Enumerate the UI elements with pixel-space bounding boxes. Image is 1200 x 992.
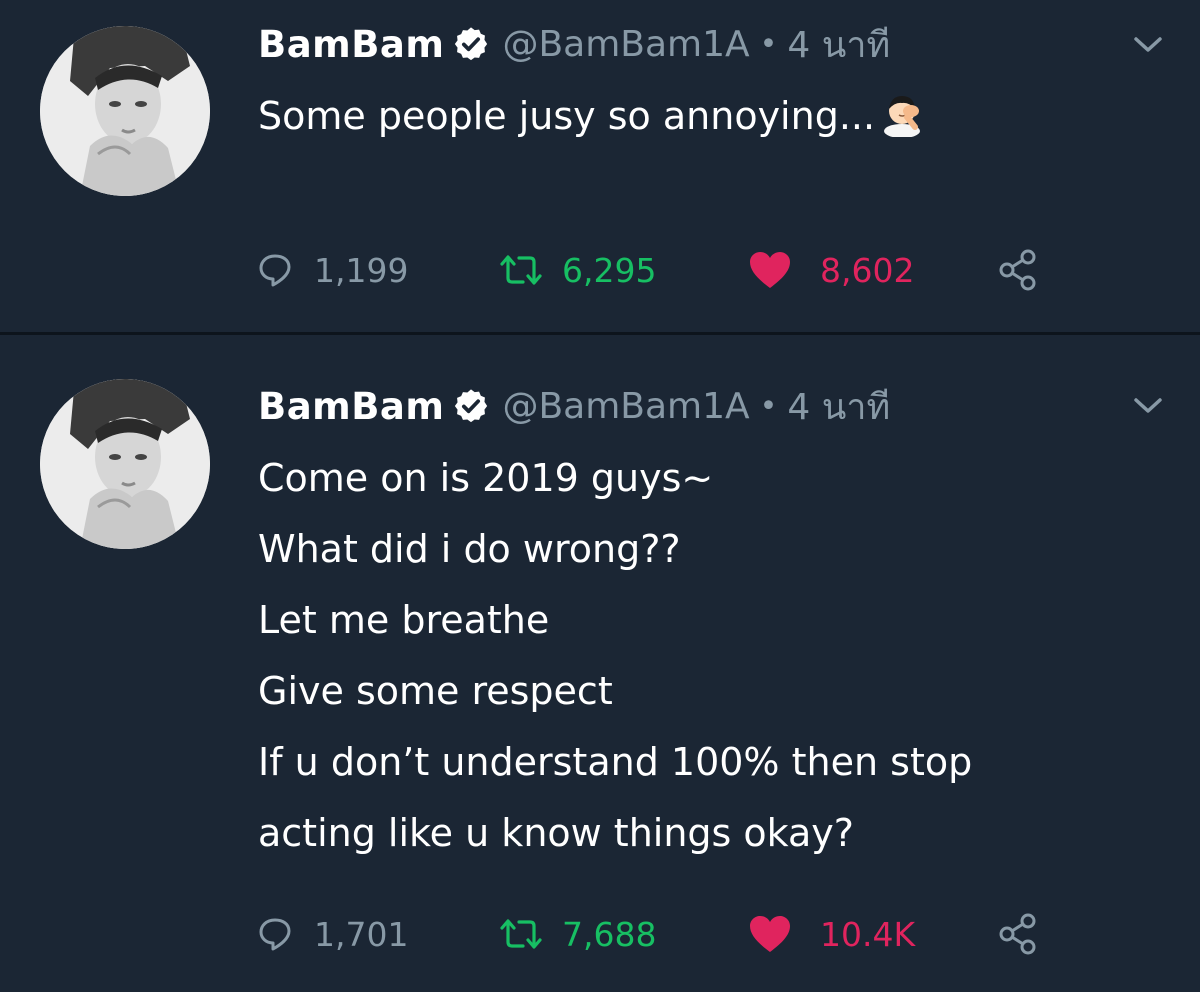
like-button[interactable]: 10.4K (748, 906, 915, 962)
tweet-actions: 1,701 7,688 10.4K (258, 906, 1058, 962)
tweet[interactable]: BamBam @BamBam1A • 4 นาที Come on is 201… (0, 335, 1200, 992)
tweet-header: BamBam @BamBam1A • 4 นาที (258, 376, 890, 436)
chevron-down-icon[interactable] (1128, 30, 1168, 58)
tweet-text-line: Some people jusy so annoying... (258, 81, 925, 152)
avatar[interactable] (40, 379, 210, 549)
heart-icon (750, 252, 790, 288)
like-button[interactable]: 8,602 (748, 242, 914, 298)
tweet-text-line: What did i do wrong?? (258, 527, 681, 571)
like-count: 8,602 (820, 250, 915, 290)
tweet-text-content: Some people jusy so annoying... (258, 94, 876, 138)
timestamp[interactable]: 4 นาที (787, 16, 890, 73)
separator-dot: • (759, 388, 778, 424)
tweet-header: BamBam @BamBam1A • 4 นาที (258, 14, 890, 74)
reply-icon (259, 918, 291, 951)
timestamp[interactable]: 4 นาที (787, 378, 890, 435)
retweet-icon (500, 255, 542, 285)
user-handle[interactable]: @BamBam1A (502, 24, 749, 65)
separator-dot: • (759, 26, 778, 62)
tweet-text-line: Come on is 2019 guys~ (258, 456, 714, 500)
chevron-down-icon[interactable] (1128, 391, 1168, 419)
heart-icon (750, 916, 790, 952)
reply-button[interactable]: 1,199 (258, 242, 408, 298)
tweet-text-line: Let me breathe (258, 598, 550, 642)
user-handle[interactable]: @BamBam1A (502, 386, 749, 427)
tweet-actions: 1,199 6,295 8,602 (258, 242, 1058, 298)
facepalm-man-emoji-icon (879, 89, 925, 138)
like-count: 10.4K (820, 914, 916, 954)
display-name[interactable]: BamBam (258, 23, 444, 66)
avatar-photo (40, 379, 210, 549)
reply-count: 1,701 (314, 914, 409, 954)
tweet-text: Some people jusy so annoying... (258, 81, 925, 152)
tweet[interactable]: BamBam @BamBam1A • 4 นาที Some people ju… (0, 0, 1200, 333)
tweet-text-line: Give some respect (258, 669, 613, 713)
tweet-text: Come on is 2019 guys~ What did i do wron… (258, 443, 972, 869)
share-button[interactable] (998, 242, 1038, 298)
reply-icon (259, 254, 291, 287)
share-icon (999, 913, 1036, 955)
retweet-button[interactable]: 6,295 (498, 242, 656, 298)
retweet-count: 7,688 (562, 914, 657, 954)
reply-count: 1,199 (314, 250, 409, 290)
tweet-text-line: If u don’t understand 100% then stop (258, 740, 973, 784)
tweet-text-line: acting like u know things okay? (258, 811, 854, 855)
share-icon (999, 249, 1036, 291)
avatar-photo (40, 26, 210, 196)
avatar[interactable] (40, 26, 210, 196)
display-name[interactable]: BamBam (258, 385, 444, 428)
share-button[interactable] (998, 906, 1038, 962)
verified-badge-icon (452, 387, 490, 425)
verified-badge-icon (452, 25, 490, 63)
retweet-count: 6,295 (562, 250, 657, 290)
retweet-button[interactable]: 7,688 (498, 906, 656, 962)
reply-button[interactable]: 1,701 (258, 906, 408, 962)
retweet-icon (500, 919, 542, 949)
